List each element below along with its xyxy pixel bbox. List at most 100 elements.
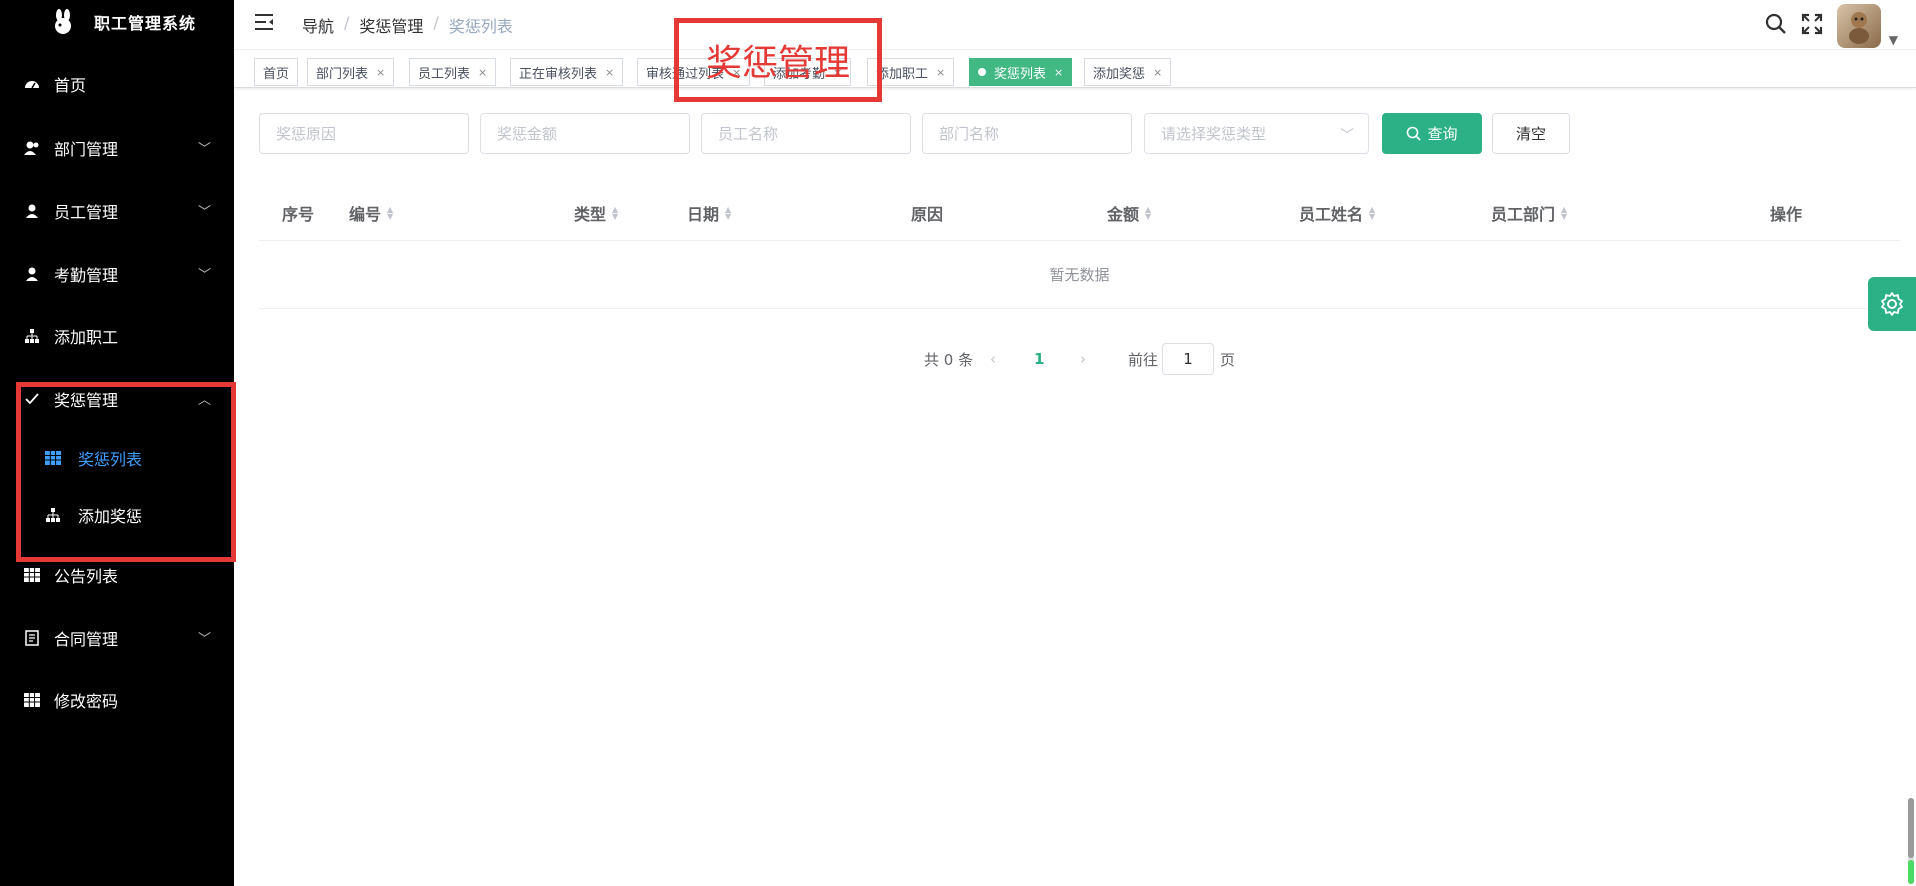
pagination-goto-input[interactable] [1162,343,1214,375]
sidebar: 职工管理系统 首页 部门管理 ﹀ 员工管理 ﹀ 考勤管理 ﹀ 添加职工 奖惩管理… [0,0,236,886]
column-header-date[interactable]: 日期 ▲ ▼ [687,185,731,241]
close-icon[interactable]: × [376,66,385,79]
pagination-page-number[interactable]: 1 [1034,344,1044,374]
sidebar-item-contract[interactable]: 合同管理 ﹀ [0,618,234,658]
app-logo[interactable]: 职工管理系统 [0,0,234,44]
reward-amount-input[interactable] [480,113,690,154]
sidebar-item-label: 合同管理 [54,630,119,649]
tag-approved-list[interactable]: 审核通过列表 × [637,58,751,86]
tag-add-attendance[interactable]: 添加考勤 × [764,58,852,86]
top-header: 导航 / 奖惩管理 / 奖惩列表 ▼ [234,0,1916,50]
pagination-next-icon[interactable]: › [1080,344,1086,374]
select-placeholder: 请选择奖惩类型 [1161,125,1267,143]
pagination-goto-label: 前往 [1128,350,1159,369]
close-icon[interactable]: × [478,66,487,79]
sort-icon[interactable]: ▲ ▼ [1561,206,1567,221]
sidebar-subitem-add-reward[interactable]: 添加奖惩 [0,495,234,535]
tag-label: 员工列表 [418,66,471,82]
tag-reward-list[interactable]: 奖惩列表 × [969,58,1073,86]
grid-icon [22,568,42,582]
search-icon[interactable] [1765,13,1787,39]
reward-reason-input[interactable] [259,113,469,154]
sort-icon[interactable]: ▲ ▼ [1369,206,1375,221]
sort-icon[interactable]: ▲ ▼ [387,206,393,221]
sort-icon[interactable]: ▲ ▼ [725,206,731,221]
sidebar-item-reward-punish[interactable]: 奖惩管理 ︿ [0,379,234,419]
tag-label: 奖惩列表 [994,66,1047,82]
tag-home[interactable]: 首页 [254,58,299,86]
column-header-employee-name[interactable]: 员工姓名 ▲ ▼ [1299,185,1375,241]
pagination-prev-icon[interactable]: ‹ [990,344,996,374]
settings-button[interactable] [1868,277,1916,331]
department-name-input[interactable] [922,113,1132,154]
column-header-amount[interactable]: 金额 ▲ ▼ [1107,185,1151,241]
breadcrumb-item[interactable]: 奖惩管理 [359,13,423,37]
scrollbar-thumb[interactable] [1908,798,1914,858]
users-icon [22,140,42,156]
sidebar-item-label: 奖惩管理 [54,391,119,410]
tags-view: 首页 部门列表 × 员工列表 × 正在审核列表 × 审核通过列表 × 添加考勤 × 添加职… [234,52,1916,88]
close-icon[interactable]: × [833,66,842,79]
fullscreen-icon[interactable] [1801,13,1823,39]
org-tree-icon [44,507,62,523]
sidebar-subitem-label: 添加奖惩 [78,507,143,526]
pagination-total: 共 0 条 [924,350,974,369]
sidebar-item-attendance[interactable]: 考勤管理 ﹀ [0,254,234,294]
sidebar-item-label: 修改密码 [54,692,119,711]
breadcrumb-item[interactable]: 导航 [302,13,334,37]
column-header-code[interactable]: 编号 ▲ ▼ [349,185,393,241]
sidebar-item-label: 部门管理 [54,140,119,159]
close-icon[interactable]: × [605,66,614,79]
sidebar-item-label: 考勤管理 [54,266,119,285]
tag-employee-list[interactable]: 员工列表 × [409,58,497,86]
tag-label: 部门列表 [316,66,369,82]
tag-add-reward[interactable]: 添加奖惩 × [1084,58,1172,86]
tag-add-staff[interactable]: 添加职工 × [867,58,955,86]
caret-down-icon[interactable]: ▼ [1889,33,1898,47]
employee-name-input[interactable] [701,113,911,154]
user-icon [22,266,42,282]
chevron-down-icon: ﹀ [198,268,212,283]
tag-label: 审核通过列表 [646,66,725,82]
sort-icon[interactable]: ▲ ▼ [1145,206,1151,221]
tag-dept-list[interactable]: 部门列表 × [307,58,395,86]
tag-pending-list[interactable]: 正在审核列表 × [510,58,624,86]
bunny-logo-icon [55,9,71,34]
menu-toggle-icon[interactable] [254,13,274,35]
sidebar-item-notice-list[interactable]: 公告列表 [0,555,234,595]
chevron-down-icon: ﹀ [198,205,212,220]
search-button[interactable]: 查询 [1382,113,1482,154]
clear-button[interactable]: 清空 [1492,113,1570,154]
close-icon[interactable]: × [732,66,741,79]
gear-icon [1881,292,1903,316]
sidebar-subitem-label: 奖惩列表 [78,450,143,469]
sidebar-item-label: 首页 [54,76,87,95]
table-icon [44,451,62,465]
reward-type-select[interactable]: 请选择奖惩类型 ﹀ [1144,113,1369,154]
sidebar-item-home[interactable]: 首页 [0,64,234,104]
close-icon[interactable]: × [936,66,945,79]
column-header-index: 序号 [282,205,315,224]
close-icon[interactable]: × [1054,66,1063,79]
breadcrumb-current: 奖惩列表 [448,17,513,36]
column-header-employee-dept[interactable]: 员工部门 ▲ ▼ [1491,185,1567,241]
sort-icon[interactable]: ▲ ▼ [612,206,618,221]
document-icon [22,630,42,646]
chevron-down-icon: ﹀ [198,632,212,647]
sidebar-item-add-staff[interactable]: 添加职工 [0,316,234,356]
sidebar-item-dept[interactable]: 部门管理 ﹀ [0,128,234,168]
close-icon[interactable]: × [1153,66,1162,79]
breadcrumb-separator: / [344,13,350,32]
chevron-up-icon: ︿ [198,393,212,408]
sidebar-subitem-reward-list[interactable]: 奖惩列表 [0,438,234,478]
clear-button-label: 清空 [1515,125,1546,143]
dashboard-icon [22,76,42,92]
sidebar-item-label: 添加职工 [54,328,119,347]
sidebar-item-employee[interactable]: 员工管理 ﹀ [0,191,234,231]
user-avatar[interactable] [1836,4,1881,48]
column-header-actions: 操作 [1770,205,1803,224]
scrollbar[interactable] [1908,798,1914,884]
column-header-type[interactable]: 类型 ▲ ▼ [574,185,618,241]
sidebar-item-change-password[interactable]: 修改密码 [0,680,234,720]
check-icon [22,391,42,407]
